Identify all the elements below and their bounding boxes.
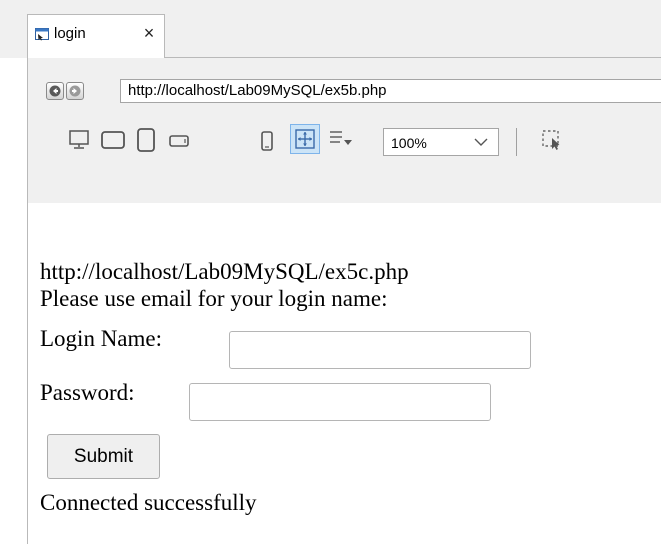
- phone-landscape-icon[interactable]: [168, 133, 190, 149]
- fit-to-window-button[interactable]: [290, 124, 320, 154]
- back-arrow-icon: [49, 85, 61, 97]
- zoom-value: 100%: [391, 135, 427, 151]
- connection-status: Connected successfully: [40, 490, 257, 515]
- redirect-url-text: http://localhost/Lab09MySQL/ex5c.php: [40, 259, 409, 284]
- submit-button[interactable]: Submit: [47, 434, 160, 479]
- forward-button[interactable]: [66, 82, 84, 100]
- login-instruction: Please use email for your login name:: [40, 286, 388, 311]
- forward-arrow-icon: [69, 85, 81, 97]
- desktop-icon[interactable]: [68, 128, 90, 150]
- zoom-select[interactable]: 100%: [383, 128, 499, 156]
- tablet-portrait-icon[interactable]: [136, 127, 156, 153]
- password-label: Password:: [40, 380, 135, 405]
- tablet-landscape-icon[interactable]: [100, 130, 126, 150]
- back-button[interactable]: [46, 82, 64, 100]
- address-bar[interactable]: http://localhost/Lab09MySQL/ex5b.php: [120, 79, 661, 103]
- toolbar-divider: [516, 128, 517, 156]
- wrap-lines-icon[interactable]: [328, 128, 354, 150]
- address-url: http://localhost/Lab09MySQL/ex5b.php: [128, 82, 387, 99]
- phone-portrait-icon[interactable]: [260, 130, 274, 152]
- browser-toolbar: http://localhost/Lab09MySQL/ex5b.php 100…: [28, 58, 661, 203]
- fit-to-window-icon: [295, 129, 315, 149]
- tab-title: login: [54, 25, 86, 42]
- tab-login[interactable]: login ×: [27, 14, 165, 58]
- tab-strip: login ×: [0, 0, 661, 58]
- chevron-down-icon: [474, 138, 488, 146]
- browser-window: login × http://localhost/Lab09MySQL/ex5b…: [0, 0, 661, 544]
- login-name-input[interactable]: [229, 331, 531, 369]
- close-icon[interactable]: ×: [140, 23, 158, 43]
- login-name-label: Login Name:: [40, 326, 162, 351]
- browser-page-icon: [34, 26, 50, 42]
- inspect-select-icon[interactable]: [540, 128, 564, 152]
- password-input[interactable]: [189, 383, 491, 421]
